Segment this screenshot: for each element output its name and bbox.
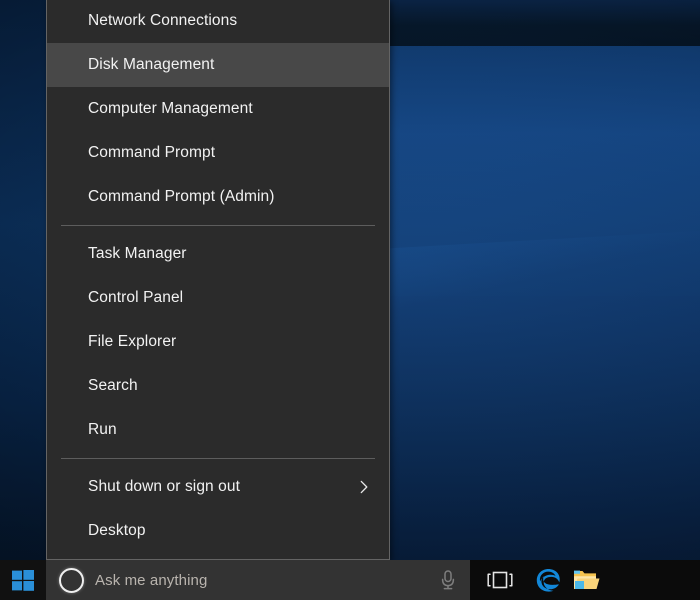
- menu-item-command-prompt-admin[interactable]: Command Prompt (Admin): [47, 175, 389, 219]
- menu-item-label: File Explorer: [88, 333, 177, 350]
- menu-group-tools: Task Manager Control Panel File Explorer…: [47, 232, 389, 452]
- menu-item-label: Control Panel: [88, 289, 184, 306]
- cortana-ring-icon[interactable]: [59, 567, 84, 593]
- file-explorer-button[interactable]: [572, 560, 620, 600]
- screen: Network Connections Disk Management Comp…: [0, 0, 700, 600]
- search-input[interactable]: Ask me anything: [95, 572, 415, 589]
- win-x-quick-link-menu[interactable]: Network Connections Disk Management Comp…: [46, 0, 390, 560]
- taskbar-icons: [470, 560, 700, 600]
- taskbar: Ask me anything: [0, 560, 700, 600]
- menu-item-desktop[interactable]: Desktop: [47, 509, 389, 553]
- menu-item-file-explorer[interactable]: File Explorer: [47, 320, 389, 364]
- menu-divider: [61, 458, 375, 459]
- menu-item-shut-down-or-sign-out[interactable]: Shut down or sign out: [47, 465, 389, 509]
- menu-item-label: Computer Management: [88, 100, 253, 117]
- edge-browser-button[interactable]: [524, 560, 572, 600]
- menu-divider: [61, 225, 375, 226]
- microphone-icon: [441, 570, 455, 590]
- start-button[interactable]: [0, 560, 46, 600]
- menu-item-computer-management[interactable]: Computer Management: [47, 87, 389, 131]
- menu-item-label: Command Prompt: [88, 144, 216, 161]
- menu-item-label: Task Manager: [88, 245, 187, 262]
- menu-item-command-prompt[interactable]: Command Prompt: [47, 131, 389, 175]
- menu-item-run[interactable]: Run: [47, 408, 389, 452]
- menu-item-disk-management[interactable]: Disk Management: [47, 43, 389, 87]
- menu-item-label: Search: [88, 377, 138, 394]
- file-explorer-icon: [574, 570, 600, 589]
- menu-item-label: Shut down or sign out: [88, 478, 241, 495]
- menu-item-label: Command Prompt (Admin): [88, 188, 275, 205]
- chevron-right-icon: [357, 480, 371, 494]
- edge-browser-icon: [536, 569, 560, 592]
- menu-item-control-panel[interactable]: Control Panel: [47, 276, 389, 320]
- microphone-button[interactable]: [426, 569, 470, 591]
- menu-item-label: Disk Management: [88, 56, 215, 73]
- task-view-button[interactable]: [476, 560, 524, 600]
- search-box[interactable]: Ask me anything: [46, 560, 470, 600]
- menu-item-label: Desktop: [88, 522, 146, 539]
- task-view-icon: [487, 571, 513, 589]
- menu-group-session: Shut down or sign out Desktop: [47, 465, 389, 553]
- menu-item-label: Network Connections: [88, 12, 238, 29]
- menu-item-network-connections[interactable]: Network Connections: [47, 0, 389, 43]
- menu-group-system: Network Connections Disk Management Comp…: [47, 0, 389, 219]
- menu-item-label: Run: [88, 421, 117, 438]
- windows-logo-icon: [12, 569, 34, 591]
- menu-item-search[interactable]: Search: [47, 364, 389, 408]
- menu-item-task-manager[interactable]: Task Manager: [47, 232, 389, 276]
